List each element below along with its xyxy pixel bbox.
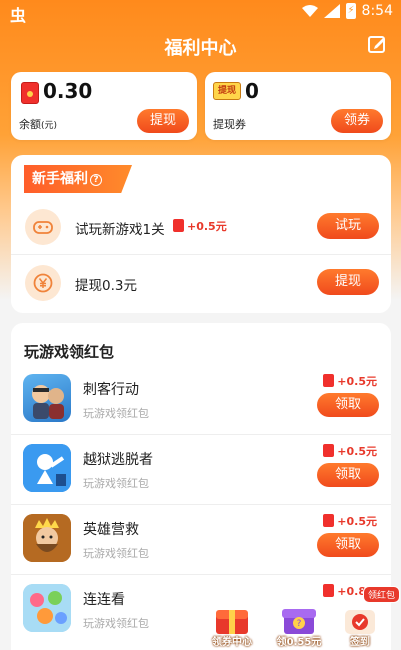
task-reward: +0.5元 bbox=[173, 218, 227, 234]
withdraw-task-button[interactable]: 提现 bbox=[317, 269, 379, 295]
game-row[interactable]: 刺客行动 玩游戏领红包 +0.5元 领取 bbox=[11, 365, 391, 435]
treasure-box-icon bbox=[216, 610, 248, 634]
calendar-checkin-icon bbox=[345, 610, 375, 634]
red-packet-icon bbox=[323, 514, 335, 527]
claim-button[interactable]: 领取 bbox=[317, 393, 379, 417]
game-row[interactable]: 越狱逃脱者 玩游戏领红包 +0.5元 领取 bbox=[11, 435, 391, 505]
game-subtitle: 玩游戏领红包 bbox=[83, 477, 149, 490]
newbie-welfare-title: 新手福利? bbox=[24, 165, 132, 193]
checkin-button[interactable]: 签到 bbox=[336, 604, 384, 648]
game-row[interactable]: 英雄营救 玩游戏领红包 +0.5元 领取 bbox=[11, 505, 391, 575]
app-notification-icon: 虫 bbox=[10, 6, 27, 25]
game-thumbnail[interactable] bbox=[23, 514, 71, 562]
red-packet-icon bbox=[323, 584, 335, 597]
status-bar: 虫 ⚡ 8:54 bbox=[0, 0, 401, 26]
hongbao-badge[interactable]: 领红包 bbox=[363, 586, 401, 603]
svg-text:?: ? bbox=[297, 619, 302, 629]
gamepad-icon bbox=[25, 209, 61, 245]
balance-value: 0.30 bbox=[43, 79, 93, 103]
wifi-icon bbox=[301, 5, 318, 17]
newbie-welfare-card: 新手福利? 试玩新游戏1关 +0.5元 试玩 提现0.3元 提现 bbox=[11, 155, 391, 313]
yuan-coin-icon bbox=[25, 265, 61, 301]
game-subtitle: 玩游戏领红包 bbox=[83, 617, 149, 630]
game-reward: +0.5元 bbox=[323, 373, 377, 389]
coupon-center-button[interactable]: 领券中心 bbox=[206, 604, 258, 648]
game-name: 连连看 bbox=[83, 592, 125, 608]
page-title: 福利中心 bbox=[164, 38, 237, 59]
try-play-button[interactable]: 试玩 bbox=[317, 213, 379, 239]
edit-icon[interactable] bbox=[367, 34, 387, 54]
game-reward: +0.5元 bbox=[323, 443, 377, 459]
game-thumbnail[interactable] bbox=[23, 584, 71, 632]
task-row: 提现0.3元 提现 bbox=[11, 255, 391, 311]
game-row[interactable]: 连连看 玩游戏领红包 +0.8元 bbox=[11, 575, 391, 645]
red-packet-icon bbox=[323, 444, 335, 457]
balance-label: 余额(元) bbox=[19, 118, 58, 131]
red-packet-icon bbox=[173, 219, 184, 232]
task-row: 试玩新游戏1关 +0.5元 试玩 bbox=[11, 199, 391, 255]
play-games-card: 玩游戏领红包 刺客行动 玩游戏领红包 +0.5元 领取 越狱逃脱者 玩游戏领红包… bbox=[11, 323, 391, 650]
task-label: 试玩新游戏1关 bbox=[75, 222, 165, 238]
battery-icon: ⚡ bbox=[345, 3, 356, 19]
game-name: 越狱逃脱者 bbox=[83, 452, 153, 468]
help-icon[interactable]: ? bbox=[90, 174, 102, 186]
game-name: 英雄营救 bbox=[83, 522, 139, 538]
claim-button[interactable]: 领取 bbox=[317, 533, 379, 557]
withdraw-button[interactable]: 提现 bbox=[137, 109, 189, 133]
coupon-card: 提现 0 提现券 领券 bbox=[205, 72, 391, 140]
status-time: 8:54 bbox=[361, 3, 393, 19]
coupon-value: 0 bbox=[245, 79, 259, 103]
mystery-box-icon: ? bbox=[282, 609, 316, 634]
section-title: 玩游戏领红包 bbox=[24, 343, 115, 361]
title-bar: 福利中心 bbox=[0, 30, 401, 60]
task-label: 提现0.3元 bbox=[75, 278, 137, 294]
game-thumbnail[interactable] bbox=[23, 374, 71, 422]
game-reward: +0.5元 bbox=[323, 513, 377, 529]
withdraw-coupon-icon: 提现 bbox=[213, 82, 241, 100]
game-name: 刺客行动 bbox=[83, 382, 139, 398]
mystery-reward-button[interactable]: ? 领0.55元 bbox=[272, 604, 326, 648]
game-subtitle: 玩游戏领红包 bbox=[83, 407, 149, 420]
claim-button[interactable]: 领取 bbox=[317, 463, 379, 487]
coupon-label: 提现券 bbox=[213, 118, 246, 131]
claim-coupon-button[interactable]: 领券 bbox=[331, 109, 383, 133]
game-subtitle: 玩游戏领红包 bbox=[83, 547, 149, 560]
balance-card: 0.30 余额(元) 提现 bbox=[11, 72, 197, 140]
signal-icon bbox=[323, 4, 340, 18]
red-packet-icon bbox=[323, 374, 335, 387]
red-packet-icon bbox=[21, 82, 39, 104]
game-thumbnail[interactable] bbox=[23, 444, 71, 492]
